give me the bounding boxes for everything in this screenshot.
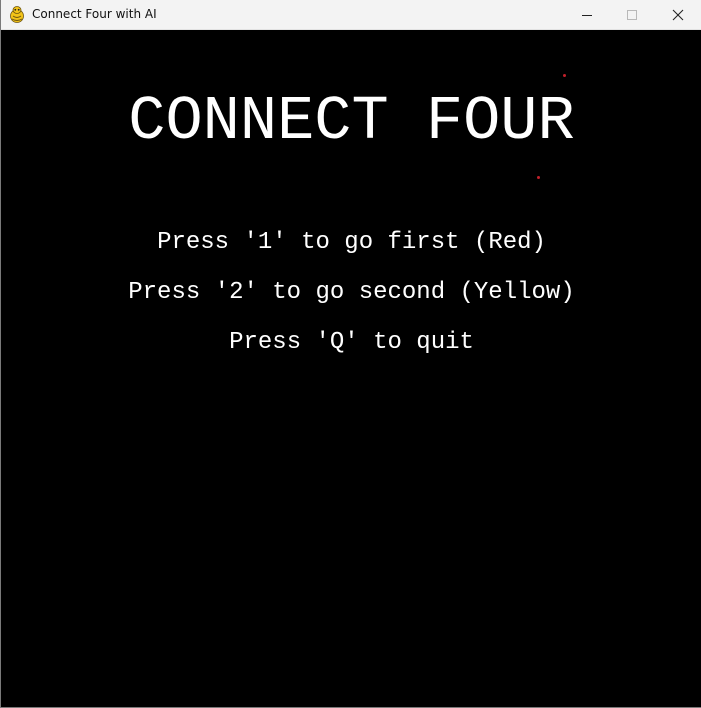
game-title: CONNECT FOUR <box>128 86 575 157</box>
game-canvas[interactable]: CONNECT FOUR Press '1' to go first (Red)… <box>2 30 701 707</box>
pygame-snake-icon <box>9 6 25 23</box>
maximize-button[interactable] <box>609 0 655 30</box>
window-title: Connect Four with AI <box>32 7 157 21</box>
maximize-icon <box>626 9 638 21</box>
close-button[interactable] <box>655 0 701 30</box>
title-bar[interactable]: Connect Four with AI <box>1 0 701 30</box>
red-particle <box>537 176 540 179</box>
red-particle <box>563 74 566 77</box>
app-window: Connect Four with AI CONNECT FOUR Press … <box>0 0 701 708</box>
close-icon <box>672 9 684 21</box>
minimize-icon <box>581 9 593 21</box>
minimize-button[interactable] <box>564 0 610 30</box>
option-go-first: Press '1' to go first (Red) <box>157 229 546 256</box>
option-quit: Press 'Q' to quit <box>229 329 474 356</box>
option-go-second: Press '2' to go second (Yellow) <box>128 279 575 306</box>
